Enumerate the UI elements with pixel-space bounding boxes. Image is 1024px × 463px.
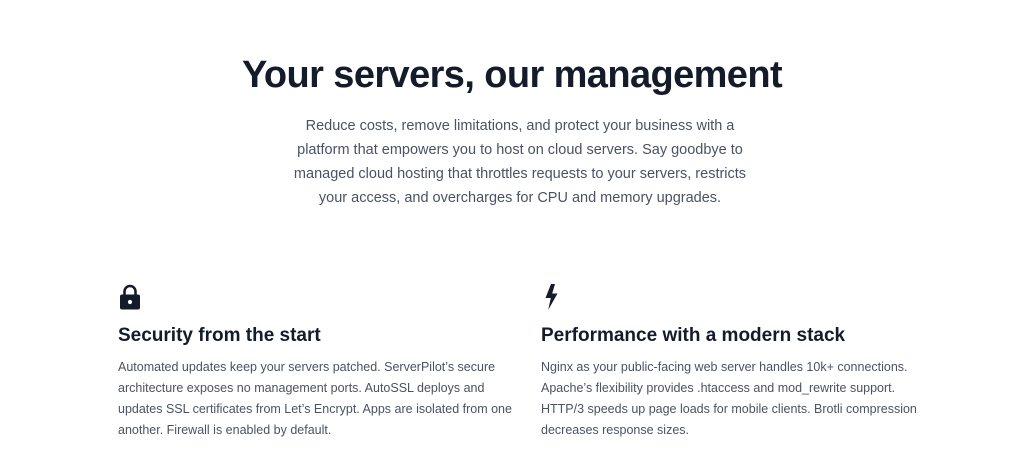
- feature-description: Nginx as your public-facing web server h…: [541, 360, 917, 437]
- page: Your servers, our management Reduce cost…: [0, 0, 1024, 463]
- hero-title: Your servers, our management: [241, 54, 783, 96]
- lock-icon: [118, 282, 142, 312]
- feature-performance: Performance with a modern stack Nginx as…: [541, 282, 941, 437]
- feature-title: Security from the start: [118, 325, 321, 346]
- feature-description: Automated updates keep your servers patc…: [118, 360, 512, 437]
- hero-subtitle: Reduce costs, remove limitations, and pr…: [293, 118, 747, 206]
- feature-security: Security from the start Automated update…: [118, 282, 518, 437]
- feature-title: Performance with a modern stack: [541, 325, 846, 346]
- lightning-bolt-icon: [541, 282, 565, 312]
